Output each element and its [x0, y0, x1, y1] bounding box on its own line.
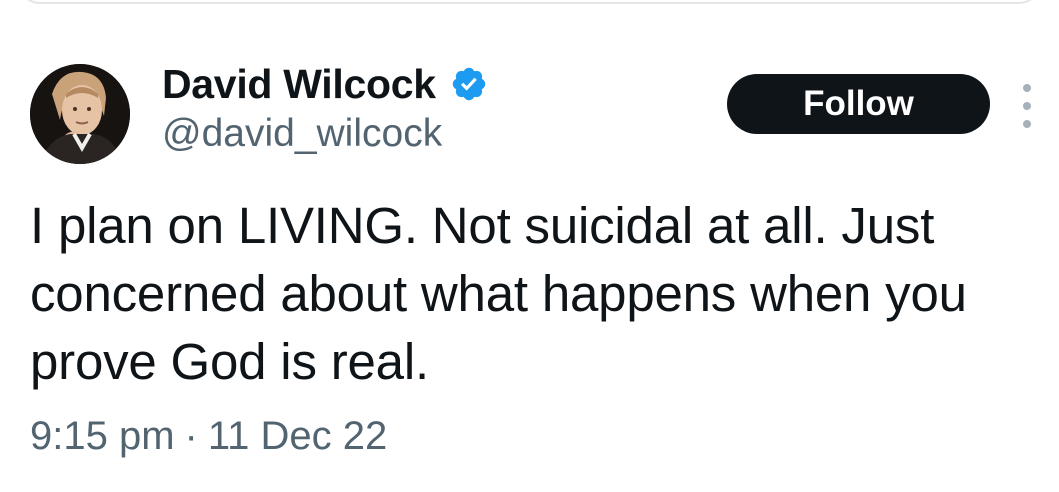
author-display-name[interactable]: David Wilcock: [162, 61, 436, 108]
avatar-photo: [30, 64, 130, 164]
more-dot: [1023, 102, 1031, 110]
tweet-text: I plan on LIVING. Not suicidal at all. J…: [30, 197, 967, 390]
more-dot: [1023, 84, 1031, 92]
more-vertical-icon[interactable]: [1016, 84, 1038, 128]
tweet-date: 11 Dec 22: [207, 414, 388, 458]
author-name-row: David Wilcock: [162, 60, 488, 108]
follow-button[interactable]: Follow: [727, 74, 990, 134]
author-handle[interactable]: @david_wilcock: [162, 112, 442, 156]
tweet-timestamp[interactable]: 9:15 pm · 11 Dec 22: [30, 414, 387, 459]
meta-separator: ·: [184, 414, 198, 458]
avatar[interactable]: [30, 64, 130, 164]
more-dot: [1023, 120, 1031, 128]
tweet-time: 9:15 pm: [30, 414, 175, 458]
previous-card-edge: [18, 0, 1041, 4]
verified-badge-icon[interactable]: [450, 65, 488, 103]
